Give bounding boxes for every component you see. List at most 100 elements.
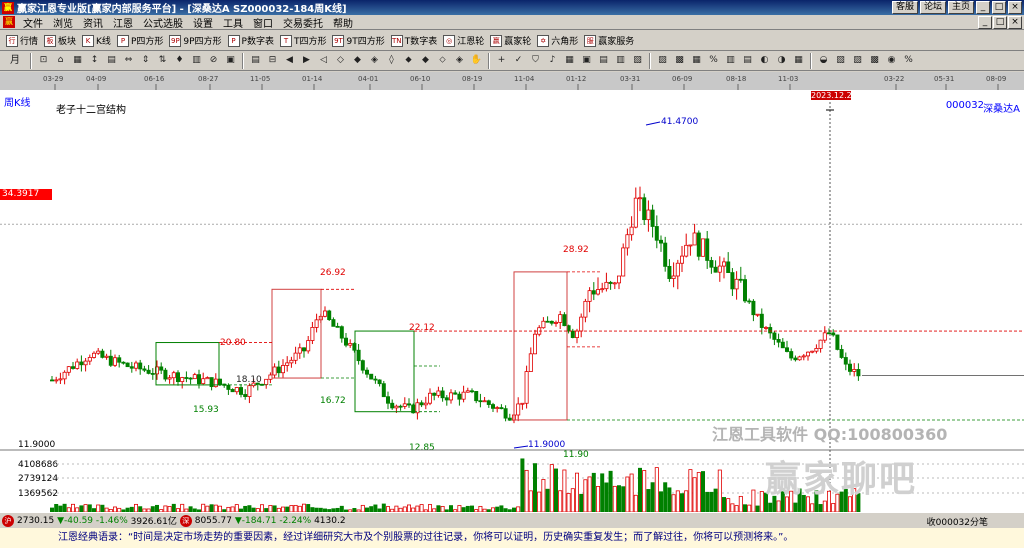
toolbar-button-7[interactable]: 9T 9T四方形 [330, 32, 388, 50]
candle-body [327, 310, 332, 320]
menu-help[interactable]: 帮助 [328, 15, 358, 30]
menu-window[interactable]: 窗口 [248, 15, 278, 30]
draw-tool-icon[interactable]: ✋ [469, 53, 484, 68]
draw-tool-icon[interactable]: + [494, 53, 509, 68]
toolbar-button-2[interactable]: K K线 [80, 32, 115, 50]
draw-tool-icon[interactable]: ⬦ [435, 53, 450, 68]
candle-body [570, 330, 575, 338]
draw-tool-icon[interactable]: ▦ [791, 53, 806, 68]
draw-tool-icon[interactable]: ⇔ [121, 53, 136, 68]
draw-tool-icon[interactable]: % [901, 53, 916, 68]
homepage-button[interactable]: 主页 [947, 1, 974, 14]
toolbar-button-10[interactable]: 赢赢家轮 [488, 32, 535, 50]
draw-tool-icon[interactable]: ◁ [316, 53, 331, 68]
draw-tool-icon[interactable]: ▤ [596, 53, 611, 68]
menu-file[interactable]: 文件 [18, 15, 48, 30]
toolbar-button-6[interactable]: T T四方形 [278, 32, 331, 50]
forum-button[interactable]: 论坛 [919, 1, 946, 14]
draw-tool-icon[interactable]: ♦ [172, 53, 187, 68]
volume-bar [528, 490, 533, 512]
draw-tool-icon[interactable]: ◉ [884, 53, 899, 68]
index1-change: -40.59 [64, 515, 94, 526]
draw-tool-icon[interactable]: ⌂ [53, 53, 68, 68]
menu-trade[interactable]: 交易委托 [278, 15, 328, 30]
draw-tool-icon[interactable]: ⛉ [528, 53, 543, 68]
draw-tool-icon[interactable]: ◀ [282, 53, 297, 68]
draw-tool-icon[interactable]: ▩ [672, 53, 687, 68]
draw-tool-icon[interactable]: ↕ [87, 53, 102, 68]
period-select[interactable]: 月 [4, 53, 26, 68]
draw-tool-icon[interactable]: ▧ [630, 53, 645, 68]
draw-tool-icon[interactable]: ◐ [757, 53, 772, 68]
toolbar-button-3[interactable]: P P四方形 [115, 32, 167, 50]
time-axis-label: 06-16 [144, 75, 165, 83]
draw-tool-icon[interactable]: ▨ [850, 53, 865, 68]
toolbar-button-4[interactable]: 9P 9P四方形 [167, 32, 225, 50]
close-icon[interactable]: × [1008, 1, 1022, 14]
customer-service-button[interactable]: 客服 [891, 1, 918, 14]
volume-bar [747, 504, 752, 512]
draw-tool-icon[interactable]: ▣ [223, 53, 238, 68]
toolbar-button-1[interactable]: 板板块 [42, 32, 80, 50]
mdi-close-icon[interactable]: × [1008, 16, 1022, 29]
draw-tool-icon[interactable]: ◇ [333, 53, 348, 68]
draw-tool-icon[interactable]: ▥ [189, 53, 204, 68]
draw-tool-icon[interactable]: ▶ [299, 53, 314, 68]
chart-area[interactable]: 03-29 04-09 06-16 08-27 11-05 01-14 04-01 06-10… [0, 72, 1024, 512]
draw-tool-icon[interactable]: ♪ [545, 53, 560, 68]
draw-tool-icon[interactable]: ◈ [452, 53, 467, 68]
draw-tool-icon[interactable]: ◆ [350, 53, 365, 68]
toolbar-button-0[interactable]: 行行情 [4, 32, 42, 50]
draw-tool-icon[interactable]: ◒ [816, 53, 831, 68]
candle-body [608, 281, 613, 284]
draw-tool-icon[interactable]: ⇅ [155, 53, 170, 68]
toolbar-button-8[interactable]: TN T数字表 [389, 32, 442, 50]
draw-tool-icon[interactable]: ⇕ [138, 53, 153, 68]
shanghai-index-icon[interactable]: 沪 [2, 514, 14, 527]
draw-tool-icon[interactable]: ▥ [613, 53, 628, 68]
menu-settings[interactable]: 设置 [188, 15, 218, 30]
draw-tool-icon[interactable]: ⊘ [206, 53, 221, 68]
draw-tool-icon[interactable]: ▥ [723, 53, 738, 68]
draw-tool-icon[interactable]: ⊟ [265, 53, 280, 68]
toolbar-button-5[interactable]: P P数字表 [226, 32, 278, 50]
draw-tool-icon[interactable]: ▦ [70, 53, 85, 68]
draw-tool-icon[interactable]: ◑ [774, 53, 789, 68]
candle-body [394, 405, 399, 409]
toolbar-button-11[interactable]: ✡ 六角形 [535, 32, 582, 50]
menu-browse[interactable]: 浏览 [48, 15, 78, 30]
draw-tool-icon[interactable]: ▧ [833, 53, 848, 68]
draw-tool-icon[interactable]: % [706, 53, 721, 68]
menu-tools[interactable]: 工具 [218, 15, 248, 30]
draw-tool-icon[interactable]: ▦ [562, 53, 577, 68]
shenzhen-index-icon[interactable]: 深 [179, 514, 192, 527]
toolbar-button-9[interactable]: ◎ 江恩轮 [441, 32, 488, 50]
peak-pointer [645, 121, 661, 126]
candle-body [587, 290, 592, 302]
volume-bar [701, 471, 706, 512]
draw-tool-icon[interactable]: ▦ [689, 53, 704, 68]
draw-tool-icon[interactable]: ▣ [579, 53, 594, 68]
maximize-icon[interactable]: □ [992, 1, 1006, 14]
menu-gann[interactable]: 江恩 [108, 15, 138, 30]
draw-tool-icon[interactable]: ▤ [740, 53, 755, 68]
draw-tool-icon[interactable]: ▤ [248, 53, 263, 68]
draw-tool-icon[interactable]: ◈ [367, 53, 382, 68]
mdi-restore-icon[interactable]: □ [993, 16, 1007, 29]
draw-tool-icon[interactable]: ▨ [655, 53, 670, 68]
time-axis-label: 01-12 [566, 75, 586, 83]
toolbar-icon: 行 [6, 34, 18, 47]
draw-tool-icon[interactable]: ⬥ [401, 53, 416, 68]
draw-tool-icon[interactable]: ⊡ [36, 53, 51, 68]
draw-tool-icon[interactable]: ✓ [511, 53, 526, 68]
minimize-icon[interactable]: _ [976, 1, 990, 14]
draw-tool-icon[interactable]: ▤ [104, 53, 119, 68]
candlestick-chart[interactable]: 03-29 04-09 06-16 08-27 11-05 01-14 04-01 06-10… [0, 72, 1024, 512]
draw-tool-icon[interactable]: ▩ [867, 53, 882, 68]
menu-formula[interactable]: 公式选股 [138, 15, 188, 30]
draw-tool-icon[interactable]: ◊ [384, 53, 399, 68]
mdi-minimize-icon[interactable]: _ [978, 16, 992, 29]
draw-tool-icon[interactable]: ◆ [418, 53, 433, 68]
menu-info[interactable]: 资讯 [78, 15, 108, 30]
toolbar-button-12[interactable]: 服赢家服务 [582, 32, 638, 50]
